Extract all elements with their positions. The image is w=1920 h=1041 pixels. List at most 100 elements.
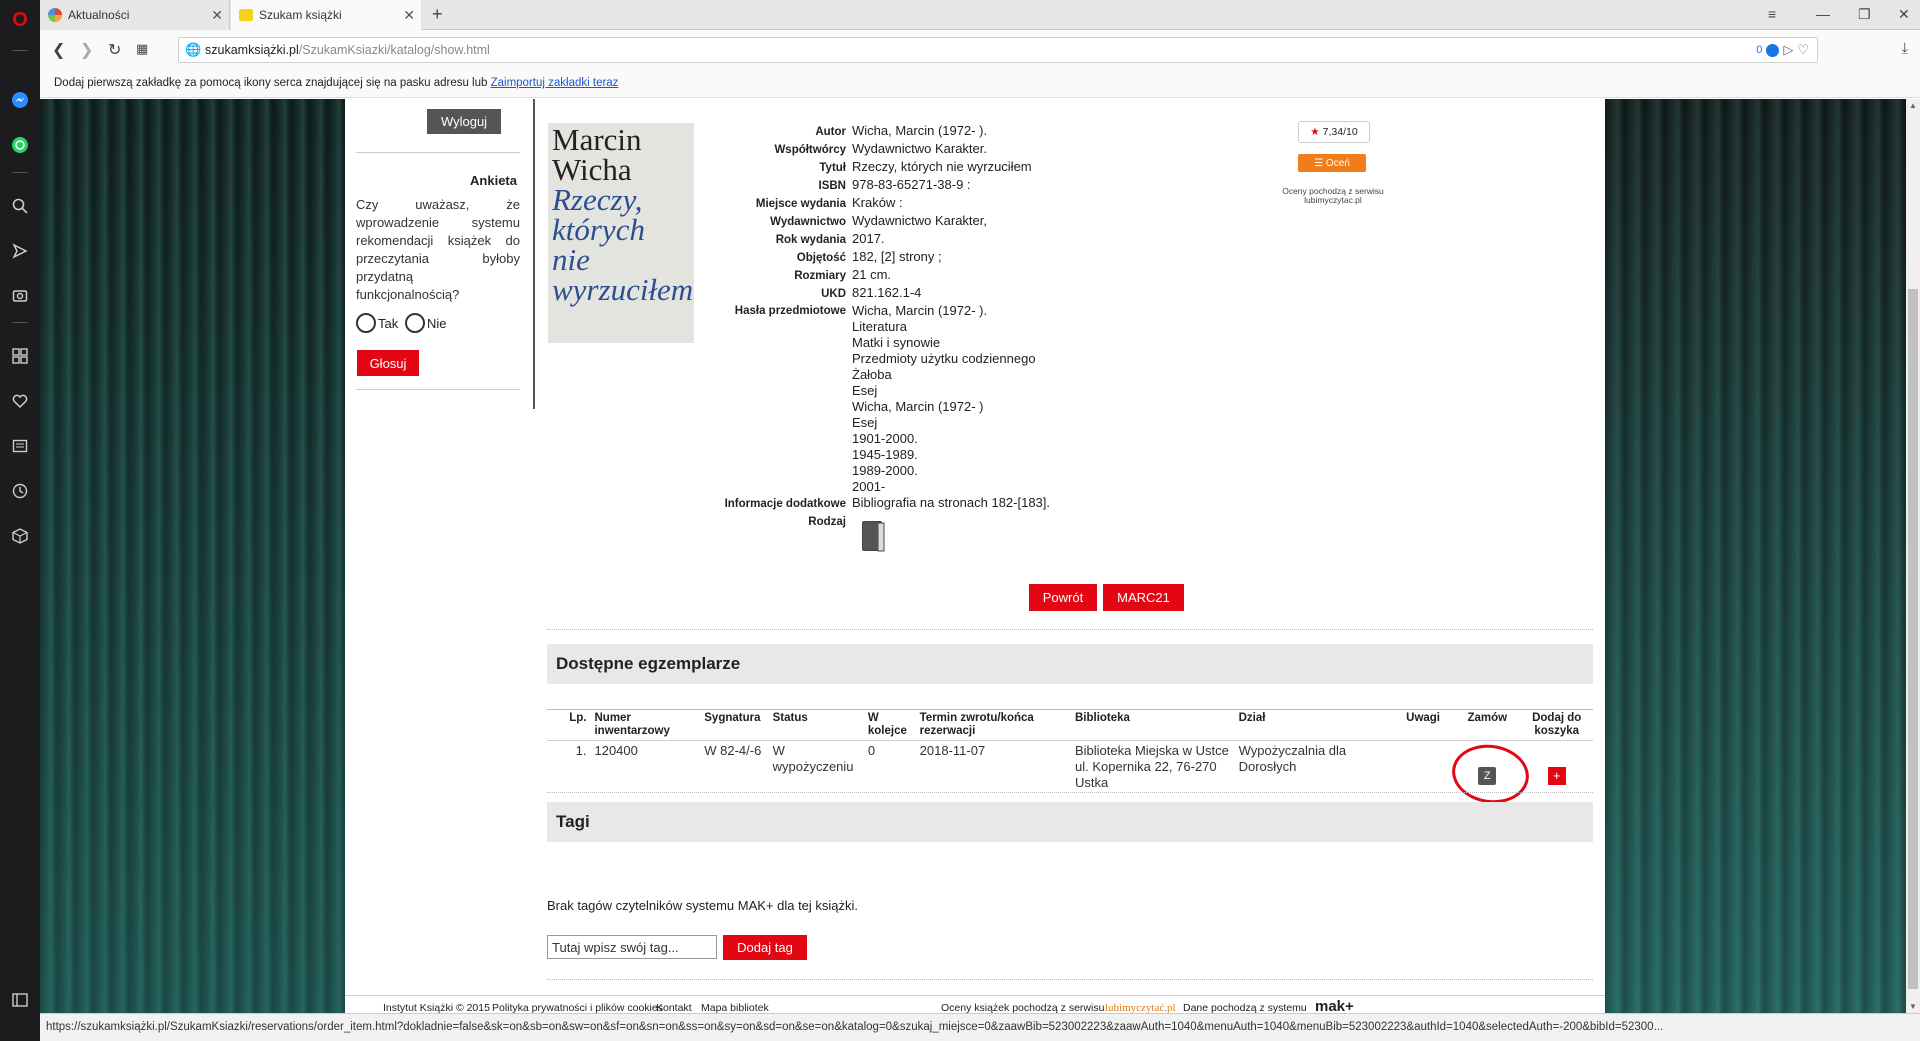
user-sidebar: Wyloguj Ankieta Czy uważasz, że wprowadz… — [345, 99, 535, 409]
divider — [547, 979, 1593, 980]
extensions-icon[interactable] — [8, 524, 32, 548]
new-tab-button[interactable]: + — [432, 4, 443, 25]
tab-aktualnosci[interactable]: Aktualności ✕ — [40, 0, 230, 30]
tab-menu-icon[interactable]: ≡ — [1768, 6, 1776, 22]
vote-button[interactable]: Głosuj — [357, 350, 419, 376]
adblock-count[interactable]: 0 — [1756, 44, 1762, 56]
camera-icon[interactable] — [8, 283, 32, 307]
no-tags-message: Brak tagów czytelników systemu MAK+ dla … — [547, 898, 859, 913]
add-tag-button[interactable]: Dodaj tag — [723, 935, 807, 960]
url-text[interactable]: szukamksiążki.pl/SzukamKsiazki/katalog/s… — [205, 43, 490, 57]
cover-author: Wicha — [552, 152, 632, 187]
messenger-icon[interactable] — [8, 88, 32, 112]
speed-dial-icon[interactable] — [8, 344, 32, 368]
option-label: Tak — [378, 315, 399, 331]
radio-button[interactable] — [405, 313, 425, 333]
survey-question: Czy uważasz, że wprowadzenie systemu rek… — [356, 197, 520, 302]
option-label: Nie — [427, 315, 447, 331]
page-scrollbar[interactable]: ▲ ▼ — [1906, 99, 1920, 1013]
col-header: Dział — [1234, 709, 1393, 741]
table-row: 1. 120400 W 82-4/-6 W wypożyczeniu 0 201… — [547, 740, 1593, 809]
tabs-grid-icon[interactable]: ▦ — [136, 41, 148, 57]
metadata-value: Bibliografia na stronach 182-[183]. — [852, 495, 1050, 513]
metadata-value-line: 821.162.1-4 — [852, 285, 922, 300]
restore-icon[interactable]: ❐ — [1858, 6, 1871, 23]
metadata-row: ISBN 978-83-65271-38-9 : — [672, 177, 1050, 195]
marc21-button[interactable]: MARC21 — [1103, 584, 1184, 611]
metadata-label: Współtwórcy — [774, 144, 846, 156]
tab-szukam-ksiazki[interactable]: Szukam książki ✕ — [231, 0, 421, 30]
privacy-link[interactable]: Polityka prywatności i plików cookies — [492, 1002, 663, 1013]
rate-button[interactable]: ☰ Oceń — [1298, 154, 1366, 172]
joomla-favicon-icon — [48, 8, 62, 22]
survey-option-no[interactable]: Nie — [405, 313, 447, 333]
adblock-shield-icon[interactable] — [1766, 43, 1780, 57]
close-icon[interactable]: ✕ — [403, 7, 415, 24]
scroll-down-icon[interactable]: ▼ — [1909, 1002, 1917, 1011]
metadata-value: Wydawnictwo Karakter. — [852, 141, 987, 159]
logout-button[interactable]: Wyloguj — [427, 109, 501, 134]
opera-logo-icon[interactable]: O — [8, 8, 32, 32]
metadata-value-line: 1989-2000. — [852, 463, 918, 478]
metadata-value-line: 21 cm. — [852, 267, 892, 282]
contact-link[interactable]: Kontakt — [656, 1002, 692, 1013]
metadata-value: 978-83-65271-38-9 : — [852, 177, 971, 195]
lubimyczytac-logo[interactable]: lubimyczytać.pl — [1105, 1002, 1176, 1013]
metadata-value: Wydawnictwo Karakter, — [852, 213, 987, 231]
status-bar-url: https://szukamksiążki.pl/SzukamKsiazki/r… — [40, 1013, 1920, 1041]
minimize-icon[interactable]: — — [1816, 6, 1830, 22]
metadata-value-line: Matki i synowie — [852, 335, 941, 350]
col-header: Sygnatura — [700, 709, 769, 741]
cell-library: Biblioteka Miejska w Ustce ul. Kopernika… — [1070, 740, 1235, 809]
close-window-icon[interactable]: ✕ — [1898, 6, 1910, 23]
history-icon[interactable] — [8, 479, 32, 503]
forward-icon[interactable]: ❯ — [80, 40, 93, 60]
cell-signature: W 82-4/-6 — [700, 740, 769, 809]
metadata-value-line: Wicha, Marcin (1972- ). — [852, 123, 988, 138]
send-icon[interactable] — [8, 239, 32, 263]
metadata-label: Objętość — [796, 252, 846, 264]
scroll-thumb[interactable] — [1908, 289, 1918, 989]
mak-logo[interactable]: mak+ — [1315, 998, 1354, 1013]
metadata-row: Rozmiary 21 cm. — [672, 267, 1050, 285]
bookmark-heart-icon[interactable]: ♡ — [1797, 42, 1809, 58]
metadata-value-line: Wydawnictwo Karakter. — [852, 141, 987, 156]
scroll-up-icon[interactable]: ▲ — [1909, 101, 1917, 110]
close-icon[interactable]: ✕ — [211, 7, 223, 24]
address-bar[interactable]: 🌐 szukamksiążki.pl/SzukamKsiazki/katalog… — [178, 37, 1818, 63]
metadata-value-line: Rzeczy, których nie wyrzuciłem — [852, 159, 1032, 174]
download-icon[interactable]: ⤓ — [1901, 40, 1908, 57]
metadata-value-line: Esej — [852, 415, 878, 430]
cell-due-date: 2018-11-07 — [915, 740, 1071, 809]
metadata-label: ISBN — [818, 180, 846, 192]
library-name: Biblioteka Miejska w Ustce — [1074, 743, 1229, 758]
heart-icon[interactable] — [8, 389, 32, 413]
search-icon[interactable] — [8, 194, 32, 218]
add-to-cart-button[interactable]: + — [1547, 767, 1566, 785]
metadata-value-line: Przedmioty użytku codziennego — [852, 351, 1036, 366]
news-icon[interactable] — [8, 434, 32, 458]
flow-send-icon[interactable]: ▷ — [1783, 42, 1793, 58]
back-button[interactable]: Powrót — [1029, 584, 1097, 611]
sidebar-separator — [12, 322, 28, 323]
book-metadata: Autor Wicha, Marcin (1972- ). Współtwórcy W… — [672, 123, 1050, 531]
col-header: Status — [768, 709, 864, 741]
background-bookshelf-right — [1586, 99, 1906, 1013]
whatsapp-icon[interactable] — [8, 133, 32, 157]
radio-button[interactable] — [356, 313, 376, 333]
sidebar-toggle-icon[interactable] — [8, 988, 32, 1012]
survey-title: Ankieta — [470, 173, 517, 188]
import-bookmarks-link[interactable]: Zaimportuj zakładki teraz — [491, 77, 619, 89]
divider — [547, 792, 1593, 793]
reload-icon[interactable]: ↻ — [108, 40, 121, 60]
metadata-label: Tytuł — [819, 162, 846, 174]
library-map-link[interactable]: Mapa bibliotek — [701, 1002, 769, 1013]
back-icon[interactable]: ❮ — [52, 40, 65, 60]
survey-option-yes[interactable]: Tak — [356, 313, 398, 333]
star-icon: ★ — [1310, 126, 1320, 138]
metadata-value-line: 2017. — [852, 231, 885, 246]
metadata-value-line: Literatura — [852, 319, 907, 334]
cell-department: Wypożyczalnia dla Dorosłych — [1234, 740, 1393, 809]
tag-input[interactable] — [547, 935, 717, 959]
page-viewport: Wyloguj Ankieta Czy uważasz, że wprowadz… — [40, 99, 1906, 1013]
